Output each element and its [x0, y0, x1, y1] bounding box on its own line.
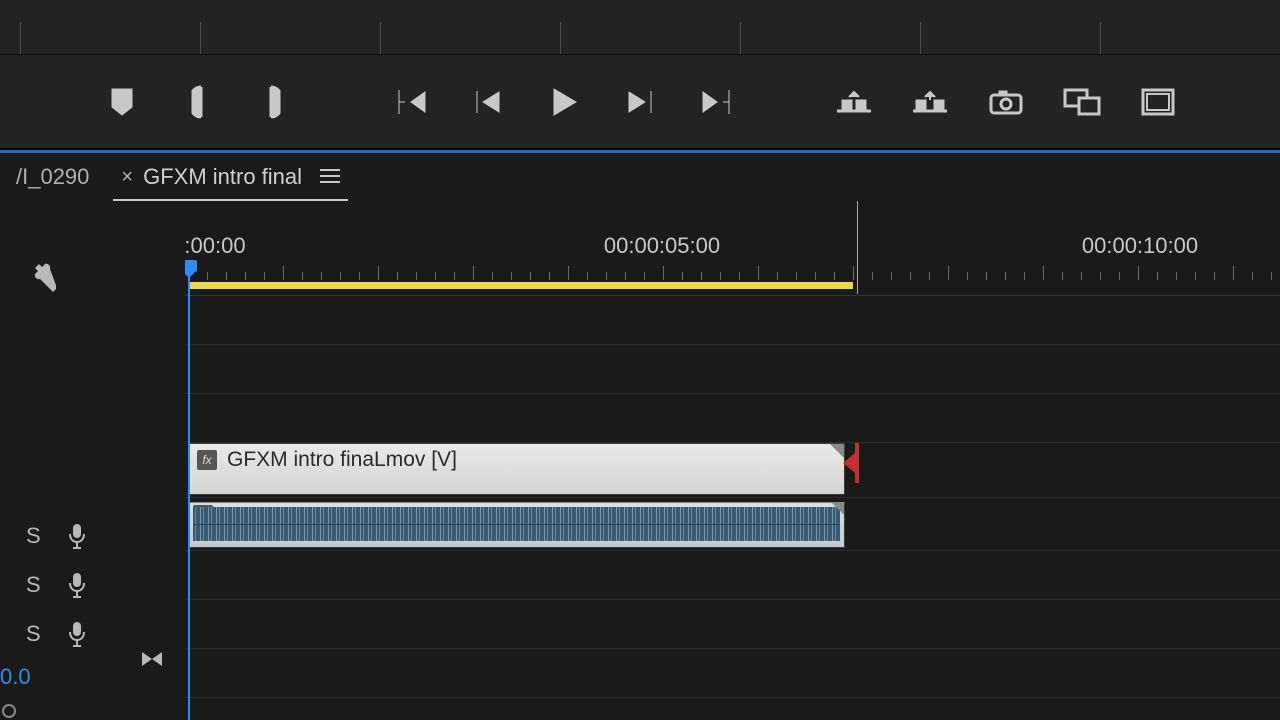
time-label: 00:00:05:00 [604, 233, 720, 259]
clip-end-icon [832, 503, 844, 515]
video-track-v4[interactable] [185, 296, 1280, 345]
sequence-tab-active[interactable]: × GFXM intro final [105, 153, 356, 201]
timeline-tracks-area[interactable]: :00:00 00:00:05:00 00:00:10:00 fx GFXM int… [185, 201, 1280, 720]
audio-track-header-a2[interactable]: S [0, 560, 184, 609]
audio-track-a3[interactable] [185, 600, 1280, 649]
comparison-view-button[interactable] [1063, 83, 1101, 121]
mark-in-button[interactable] [179, 83, 217, 121]
time-label: 00:00:10:00 [1082, 233, 1198, 259]
export-frame-button[interactable] [987, 83, 1025, 121]
solo-button[interactable]: S [26, 621, 41, 647]
voiceover-record-icon[interactable] [67, 522, 87, 550]
voiceover-record-icon[interactable] [67, 620, 87, 648]
tab-menu-icon[interactable] [320, 164, 340, 190]
audio-track-a4[interactable] [185, 649, 1280, 698]
tab-label: GFXM intro final [143, 164, 302, 190]
timeline-panel: S S S 0.0 :00:00 00:00:05:00 00:00:10:00 [0, 201, 1280, 720]
sequence-tab-bar: /I_0290 × GFXM intro final [0, 153, 1280, 201]
go-to-in-button[interactable] [393, 83, 431, 121]
solo-button[interactable]: S [26, 523, 41, 549]
audio-clip[interactable]: fx [188, 502, 845, 548]
mark-out-button[interactable] [255, 83, 293, 121]
go-to-out-button[interactable] [697, 83, 735, 121]
clip-label: GFXM intro finaLmov [V] [227, 448, 457, 472]
time-cursor [857, 201, 858, 294]
transport-toolbar [0, 55, 1280, 150]
sequence-tab-inactive[interactable]: /I_0290 [0, 153, 105, 201]
work-area-bar[interactable] [188, 282, 853, 289]
voiceover-record-icon[interactable] [67, 571, 87, 599]
audio-track-a2[interactable] [185, 551, 1280, 600]
fx-badge-icon[interactable]: fx [197, 450, 217, 470]
audio-track-header-a1[interactable]: S [0, 511, 184, 560]
trim-out-cursor-icon[interactable] [839, 443, 859, 483]
video-track-v1[interactable]: fx GFXM intro finaLmov [V] [185, 443, 1280, 498]
time-label: :00:00 [185, 233, 246, 259]
add-marker-button[interactable] [103, 83, 141, 121]
video-track-v2[interactable] [185, 394, 1280, 443]
linked-selection-icon[interactable] [138, 648, 166, 675]
timeline-settings-icon[interactable] [22, 259, 56, 298]
settings-button[interactable] [1139, 83, 1177, 121]
play-button[interactable] [545, 83, 583, 121]
lift-button[interactable] [835, 83, 873, 121]
audio-waveform [193, 507, 840, 541]
solo-button[interactable]: S [26, 572, 41, 598]
monitor-ruler [0, 0, 1280, 55]
track-header-column: S S S 0.0 [0, 201, 185, 720]
step-forward-button[interactable] [621, 83, 659, 121]
close-tab-icon[interactable]: × [121, 166, 133, 189]
step-back-button[interactable] [469, 83, 507, 121]
video-clip[interactable]: fx GFXM intro finaLmov [V] [188, 443, 845, 495]
tab-label: /I_0290 [16, 164, 89, 190]
audio-track-a1[interactable]: fx [185, 501, 1280, 551]
zoom-slider-handle[interactable] [2, 704, 16, 718]
playhead[interactable] [188, 260, 190, 720]
video-track-v3[interactable] [185, 345, 1280, 394]
zoom-value[interactable]: 0.0 [0, 664, 31, 690]
extract-button[interactable] [911, 83, 949, 121]
